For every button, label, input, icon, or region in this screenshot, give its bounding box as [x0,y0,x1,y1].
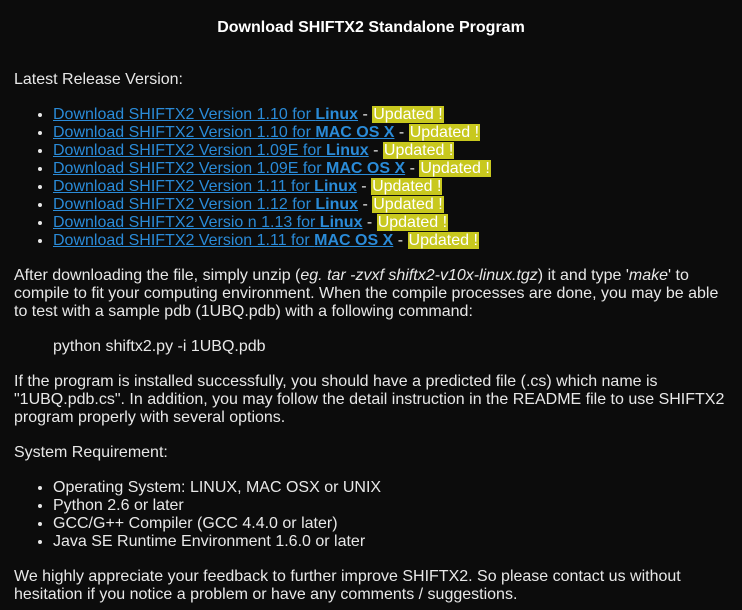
list-item: Python 2.6 or later [53,497,728,515]
list-item: Download SHIFTX2 Version 1.09E for MAC O… [53,160,728,178]
unzip-command-example: eg. tar -zvxf shiftx2-v10x-linux.tgz [300,267,538,284]
list-item: Java SE Runtime Environment 1.6.0 or lat… [53,533,728,551]
separator: - [394,124,409,141]
updated-badge: Updated ! [382,142,455,159]
updated-badge: Updated ! [407,232,479,249]
download-link-1-13-linux[interactable]: Download SHIFTX2 Versio n 1.13 for Linux [53,214,362,231]
list-item: Download SHIFTX2 Version 1.11 for MAC OS… [53,232,728,250]
list-item: Download SHIFTX2 Version 1.09E for Linux… [53,142,728,160]
download-link-1-12-linux[interactable]: Download SHIFTX2 Version 1.12 for Linux [53,196,358,213]
download-link-1-10-mac[interactable]: Download SHIFTX2 Version 1.10 for MAC OS… [53,124,394,141]
page-title: Download SHIFTX2 Standalone Program [217,19,525,36]
feedback-note: We highly appreciate your feedback to fu… [14,568,681,603]
download-link-1-09e-mac[interactable]: Download SHIFTX2 Version 1.09E for MAC O… [53,160,405,177]
list-item: Operating System: LINUX, MAC OSX or UNIX [53,479,728,497]
separator: - [358,106,373,123]
requirements-list: Operating System: LINUX, MAC OSX or UNIX… [14,479,728,551]
success-instructions: If the program is installed successfully… [14,373,725,426]
separator: - [393,232,408,249]
separator: - [368,142,383,159]
sample-command: python shiftx2.py -i 1UBQ.pdb [53,338,266,355]
updated-badge: Updated ! [371,178,443,195]
download-list: Download SHIFTX2 Version 1.10 for Linux … [14,106,728,250]
updated-badge: Updated ! [408,124,481,141]
separator: - [356,178,372,195]
download-link-1-11-mac[interactable]: Download SHIFTX2 Version 1.11 for MAC OS… [53,232,393,249]
list-item: Download SHIFTX2 Version 1.10 for Linux … [53,106,728,124]
updated-badge: Updated ! [376,214,449,231]
updated-badge: Updated ! [372,196,444,213]
list-item: Download SHIFTX2 Version 1.11 for Linux … [53,178,728,196]
updated-badge: Updated ! [419,160,491,177]
latest-release-label: Latest Release Version: [14,71,183,88]
separator: - [362,214,377,231]
list-item: Download SHIFTX2 Versio n 1.13 for Linux… [53,214,728,232]
list-item: Download SHIFTX2 Version 1.10 for MAC OS… [53,124,728,142]
list-item: Download SHIFTX2 Version 1.12 for Linux … [53,196,728,214]
separator: - [358,196,373,213]
separator: - [405,160,420,177]
download-link-1-09e-linux[interactable]: Download SHIFTX2 Version 1.09E for Linux [53,142,369,159]
download-link-1-10-linux[interactable]: Download SHIFTX2 Version 1.10 for Linux [53,106,358,123]
page-content: Download SHIFTX2 Standalone Program Late… [0,0,742,610]
system-requirement-label: System Requirement: [14,444,168,461]
list-item: GCC/G++ Compiler (GCC 4.4.0 or later) [53,515,728,533]
updated-badge: Updated ! [372,106,444,123]
install-instructions: After downloading the file, simply unzip… [14,267,719,320]
download-link-1-11-linux[interactable]: Download SHIFTX2 Version 1.11 for Linux [53,178,357,195]
make-command: make [628,267,669,284]
